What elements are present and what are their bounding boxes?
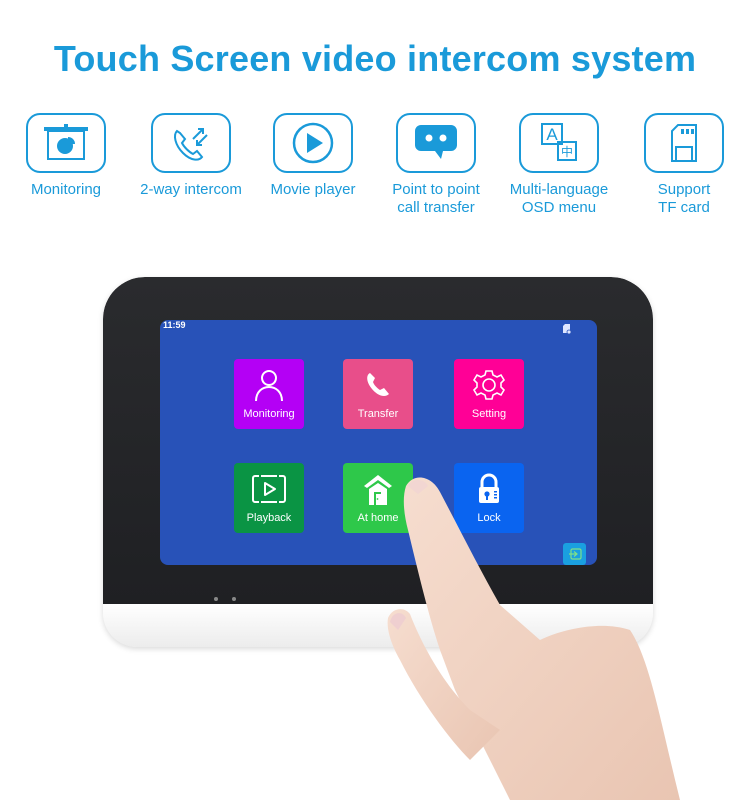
feature-movie-player: Movie player: [243, 113, 383, 199]
feature-label: 2-way intercom: [140, 181, 242, 198]
device-base: [103, 604, 653, 647]
feature-label: Point to point call transfer: [392, 181, 480, 216]
lock-icon: [471, 471, 507, 507]
feature-call-transfer: Point to point call transfer: [366, 113, 506, 217]
tile-label: Lock: [477, 512, 501, 524]
phone-transfer-icon: [151, 113, 231, 173]
feature-multilanguage: A 中 Multi-language OSD menu: [489, 113, 629, 217]
tile-label: Setting: [471, 408, 507, 420]
feature-label: Multi-language OSD menu: [509, 181, 609, 216]
sensor-dot: [232, 597, 236, 601]
clock: 11:59: [163, 320, 186, 330]
phone-icon: [360, 367, 396, 403]
feature-tf-card: Support TF card: [614, 113, 750, 217]
person-icon: [251, 367, 287, 403]
playback-icon: [251, 471, 287, 507]
exit-button[interactable]: [563, 543, 586, 565]
page-title: Touch Screen video intercom system: [53, 38, 697, 79]
tile-lock[interactable]: Lock: [454, 463, 524, 533]
tile-monitoring[interactable]: Monitoring: [234, 359, 304, 429]
exit-icon: [568, 548, 582, 560]
monitor-chart-icon: [26, 113, 106, 173]
sd-status-icon: [563, 321, 572, 335]
language-icon: A 中: [519, 113, 599, 173]
tile-label: Transfer: [357, 408, 399, 420]
feature-monitoring: Monitoring: [0, 113, 136, 199]
tile-playback[interactable]: Playback: [234, 463, 304, 533]
feature-label: Monitoring: [30, 181, 102, 198]
device-screen: 11:59 Monitoring Transfer Setting Playba…: [160, 320, 597, 565]
tile-setting[interactable]: Setting: [454, 359, 524, 429]
tile-label: Monitoring: [243, 408, 295, 420]
sd-card-icon: [644, 113, 724, 173]
play-circle-icon: [273, 113, 353, 173]
svg-text:A: A: [546, 125, 558, 144]
sensor-dot: [214, 597, 218, 601]
feature-label: Support TF card: [657, 181, 711, 216]
gear-icon: [471, 367, 507, 403]
feature-label: Movie player: [270, 181, 356, 198]
tile-transfer[interactable]: Transfer: [343, 359, 413, 429]
feature-intercom: 2-way intercom: [121, 113, 261, 199]
tile-label: Playback: [246, 512, 292, 524]
tile-at-home[interactable]: At home: [343, 463, 413, 533]
chat-bubble-icon: [396, 113, 476, 173]
home-icon: [360, 471, 396, 507]
svg-text:中: 中: [561, 144, 573, 159]
tile-label: At home: [357, 512, 399, 524]
